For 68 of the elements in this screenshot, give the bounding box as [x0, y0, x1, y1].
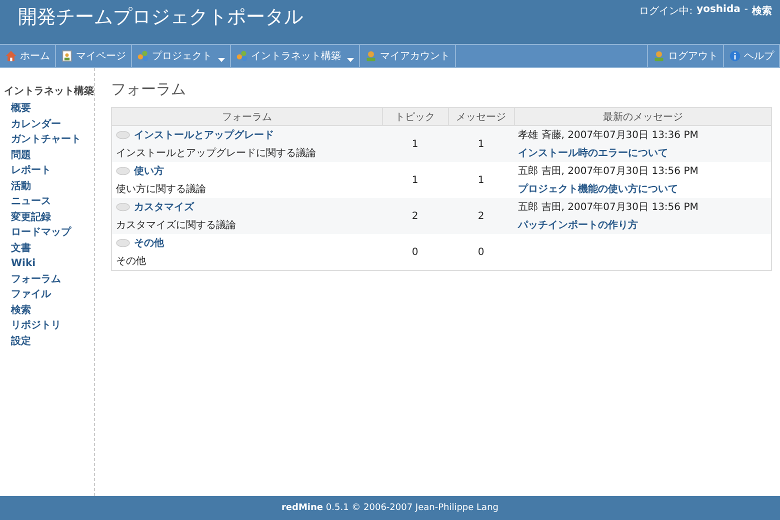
sidebar-link[interactable]: レポート: [4, 163, 51, 178]
message-count: 1: [478, 138, 484, 150]
topic-count: 0: [412, 246, 418, 258]
menu-item[interactable]: ヘルプ: [724, 45, 780, 67]
message-count: 1: [478, 174, 484, 186]
sidebar-link[interactable]: 文書: [4, 240, 31, 256]
page-title: フォーラム: [111, 80, 187, 99]
username-link[interactable]: yoshida: [696, 4, 740, 18]
message-link[interactable]: インストール時のエラーについて: [518, 148, 668, 159]
sidebar-link[interactable]: ファイル: [4, 287, 51, 302]
menu-item[interactable]: イントラネット構築: [231, 45, 360, 67]
forum-description: インストールとアップグレードに関する議論: [116, 146, 317, 160]
message-author-date: 孝雄 斉藤, 2007年07月30日 13:36 PM: [518, 128, 700, 142]
user-icon: [653, 50, 665, 62]
speech-bubble-icon: [116, 238, 130, 248]
forum-link[interactable]: 使い方: [134, 164, 164, 178]
menu-item[interactable]: マイページ: [56, 45, 132, 67]
user-icon: [365, 50, 377, 62]
sidebar-link[interactable]: ロードマップ: [4, 225, 71, 240]
message-count: 0: [478, 246, 484, 258]
footer-credit: redMine 0.5.1 © 2006-2007 Jean-Philippe Lang: [281, 503, 498, 513]
topic-count: 1: [412, 138, 418, 150]
people-icon: [137, 50, 149, 62]
forum-description: 使い方に関する議論: [116, 182, 207, 196]
column-header: トピック: [382, 108, 448, 126]
message-count: 2: [478, 210, 484, 222]
column-header: メッセージ: [448, 108, 514, 126]
topic-count: 1: [412, 174, 418, 186]
separator-text: -: [744, 4, 748, 17]
forum-description: その他: [116, 255, 147, 268]
sidebar-link[interactable]: リポジトリ: [4, 318, 61, 334]
menu-item[interactable]: ログアウト: [648, 45, 724, 67]
info-icon: [729, 50, 741, 62]
sidebar-link[interactable]: 設定: [4, 334, 31, 349]
menu-item[interactable]: プロジェクト: [132, 45, 231, 67]
message-link[interactable]: プロジェクト機能の使い方について: [518, 184, 678, 195]
message-author-date: 五郎 吉田, 2007年07月30日 13:56 PM: [518, 164, 700, 178]
column-header: フォーラム: [112, 108, 382, 126]
speech-bubble-icon: [116, 202, 130, 212]
site-title: 開発チームプロジェクトポータル: [18, 5, 303, 30]
menu-item[interactable]: マイアカウント: [360, 45, 456, 67]
sidebar-link[interactable]: ガントチャート: [4, 132, 81, 148]
sidebar-link[interactable]: 検索: [4, 302, 31, 318]
forum-description: カスタマイズに関する議論: [116, 218, 237, 232]
menu-item[interactable]: ホーム: [0, 45, 56, 67]
speech-bubble-icon: [116, 166, 130, 176]
sidebar-link[interactable]: 概要: [4, 101, 31, 116]
house-icon: [5, 50, 17, 62]
sidebar-title: イントラネット構築: [4, 84, 94, 98]
sidebar-link[interactable]: カレンダー: [4, 116, 61, 132]
message-author-date: 五郎 吉田, 2007年07月30日 13:56 PM: [518, 200, 700, 214]
message-link[interactable]: パッチインポートの作り方: [518, 220, 638, 231]
sidebar-link[interactable]: 活動: [4, 178, 31, 194]
forum-link[interactable]: その他: [134, 236, 164, 250]
sidebar-link[interactable]: フォーラム: [4, 272, 61, 287]
column-header: 最新のメッセージ: [514, 108, 772, 126]
sidebar-link[interactable]: ニュース: [4, 194, 51, 210]
topic-count: 2: [412, 210, 418, 222]
user-page-icon: [61, 50, 73, 62]
login-label: ログイン中:: [639, 4, 693, 18]
sidebar-link[interactable]: 変更記録: [4, 210, 51, 225]
sidebar-link[interactable]: Wiki: [4, 256, 36, 272]
people-icon: [236, 50, 248, 62]
search-link[interactable]: 検索: [752, 4, 772, 18]
forum-link[interactable]: カスタマイズ: [134, 200, 194, 214]
forum-link[interactable]: インストールとアップグレード: [134, 128, 274, 142]
sidebar-link[interactable]: 問題: [4, 148, 31, 163]
speech-bubble-icon: [116, 130, 130, 140]
